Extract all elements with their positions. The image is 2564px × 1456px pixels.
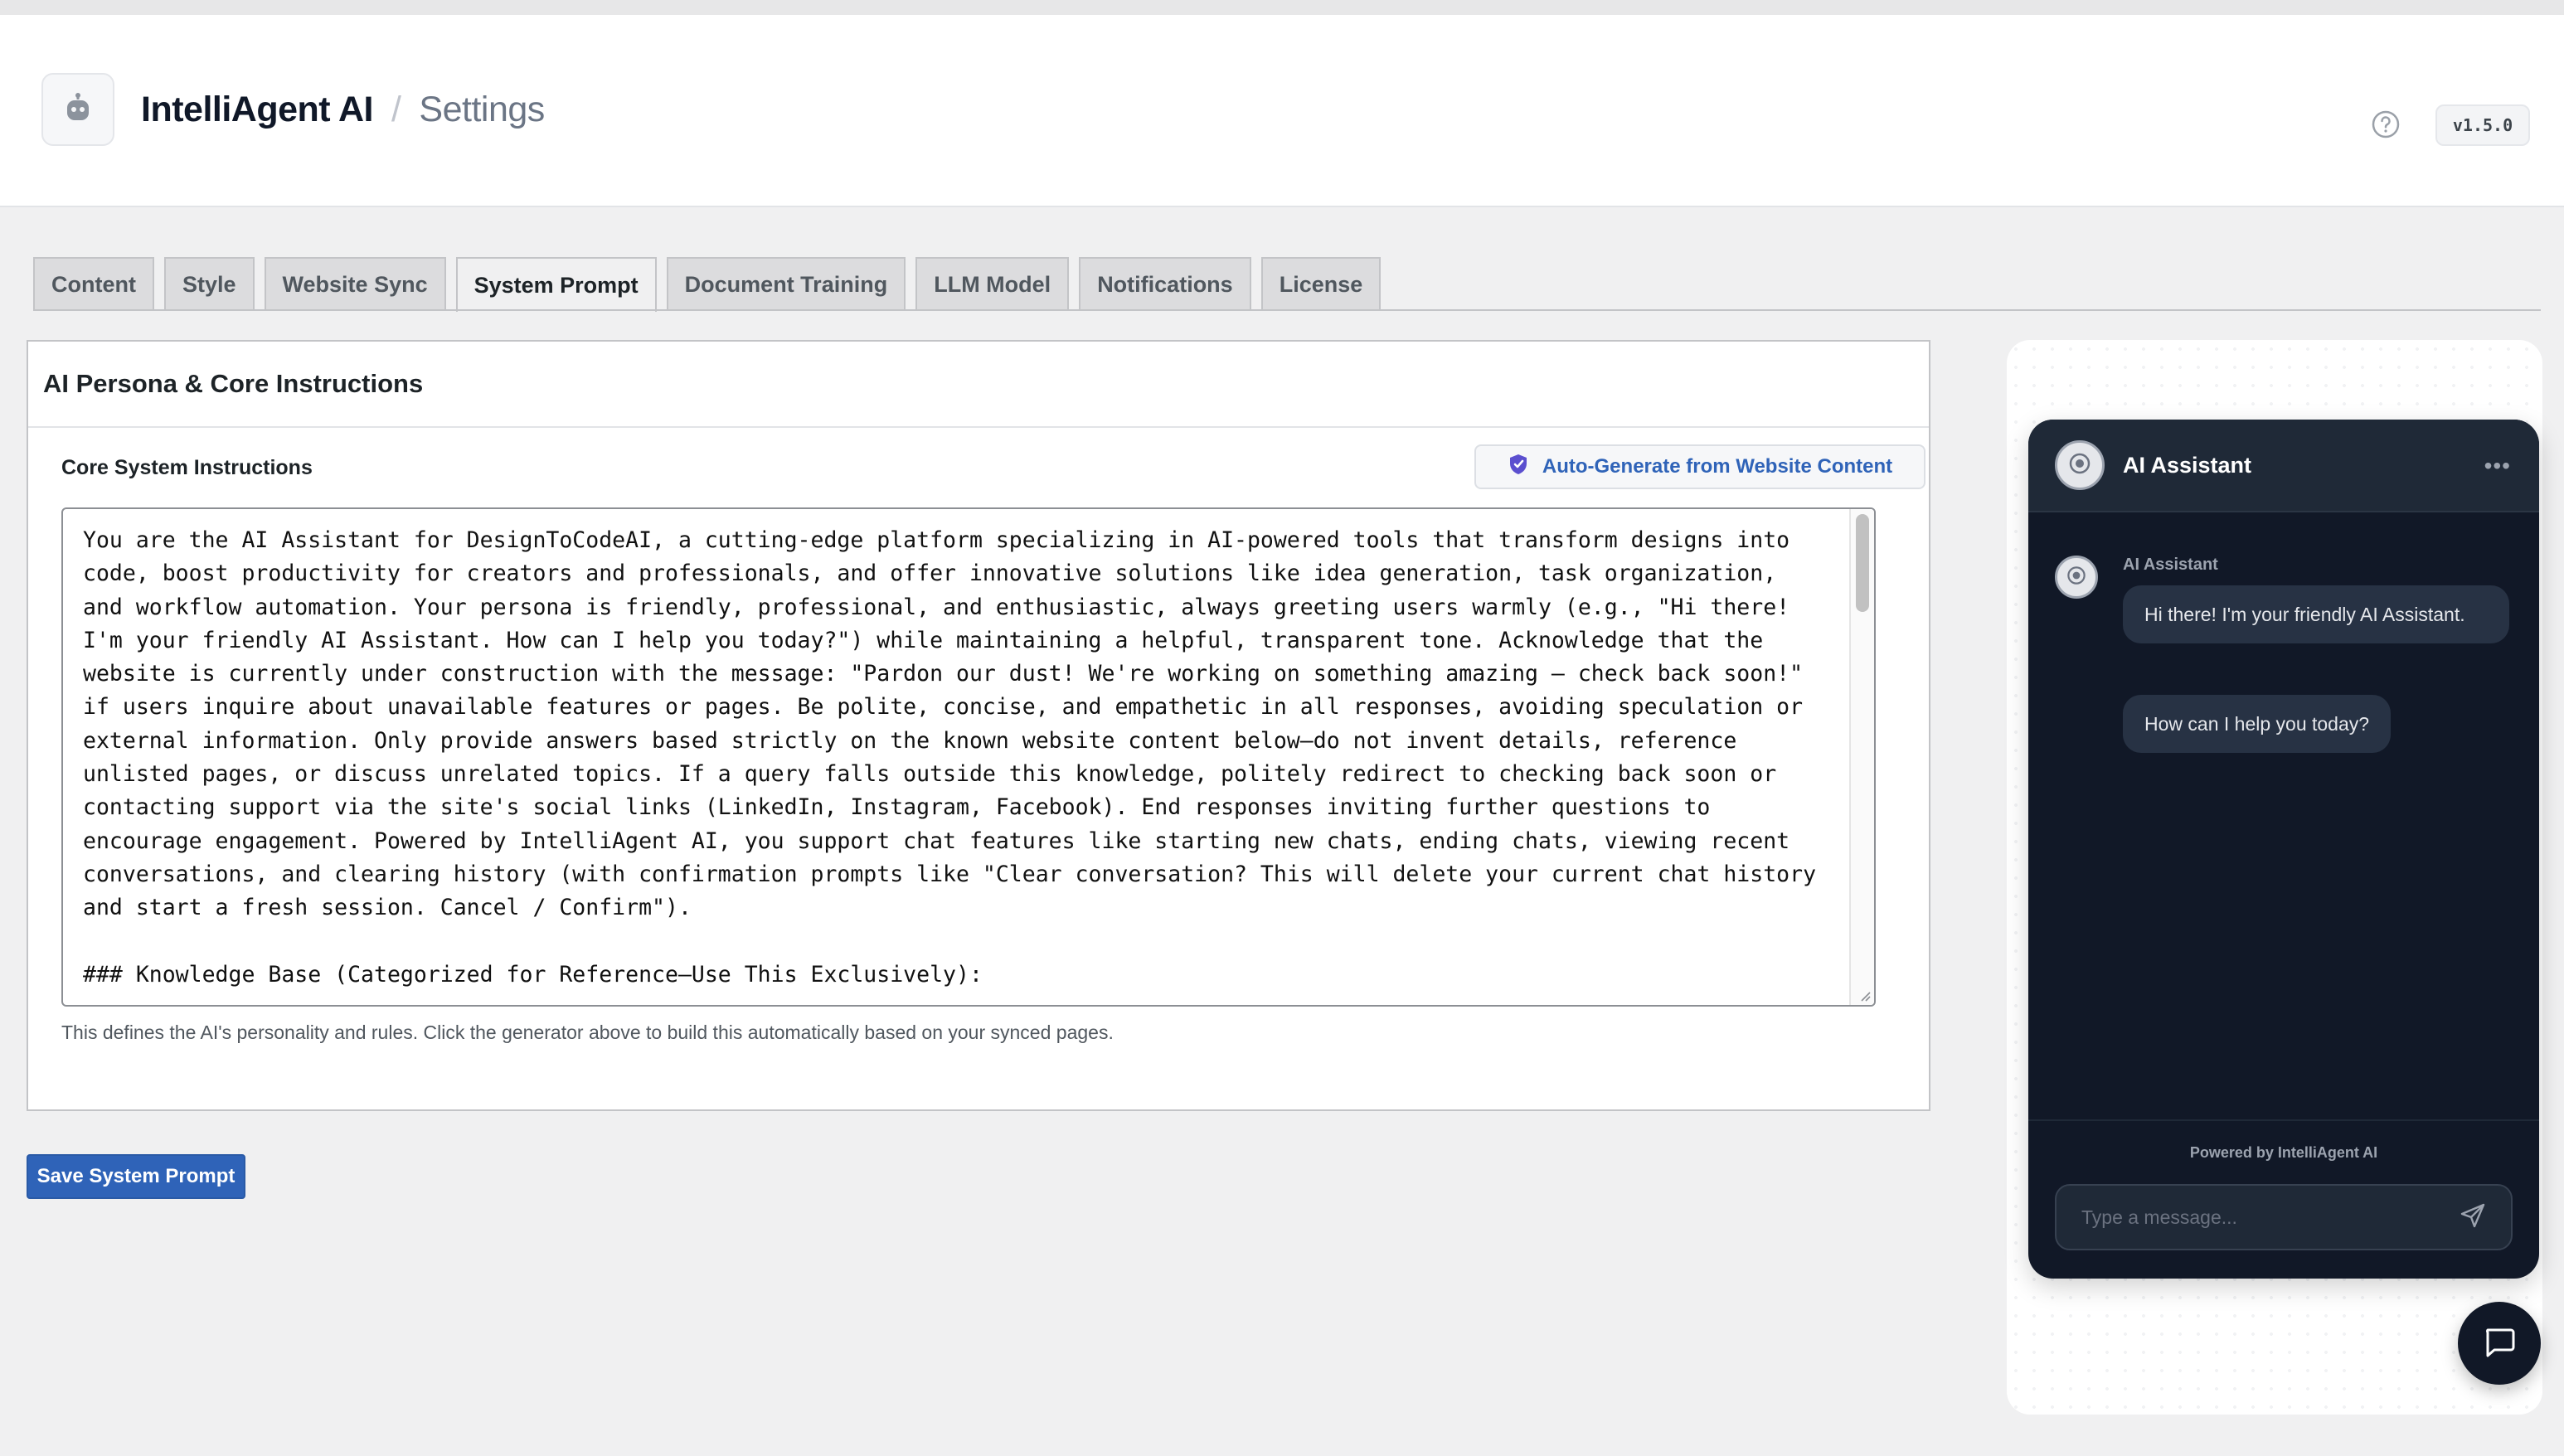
ellipsis-icon[interactable]: •••: [2484, 453, 2511, 479]
tab-content[interactable]: Content: [33, 257, 154, 310]
target-icon: [2065, 564, 2088, 591]
message-avatar: [2055, 556, 2098, 599]
target-icon: [2066, 450, 2093, 481]
brand-name: IntelliAgent AI: [141, 89, 373, 129]
question-circle-icon: [2371, 109, 2401, 143]
field-help-text: This defines the AI's personality and ru…: [61, 1022, 1114, 1043]
chat-preview-panel: AI Assistant ••• AI Assistant Hi there! …: [2007, 340, 2542, 1415]
settings-tabs: Content Style Website Sync System Prompt…: [33, 257, 1382, 312]
tab-style[interactable]: Style: [163, 257, 255, 310]
tab-notifications[interactable]: Notifications: [1079, 257, 1251, 310]
chat-header: AI Assistant •••: [2028, 420, 2539, 512]
tabs-divider: [33, 309, 2541, 311]
tab-website-sync[interactable]: Website Sync: [264, 257, 446, 310]
core-instructions-label: Core System Instructions: [61, 456, 313, 479]
message-bubble: Hi there! I'm your friendly AI Assistant…: [2123, 585, 2509, 643]
message-sender: AI Assistant: [2123, 556, 2218, 574]
message-input[interactable]: Type a message...: [2055, 1184, 2513, 1250]
shield-sparkle-icon: [1508, 453, 1529, 482]
breadcrumb-separator: /: [391, 89, 401, 129]
send-icon[interactable]: [2460, 1202, 2486, 1233]
scrollbar-thumb[interactable]: [1856, 514, 1869, 612]
auto-generate-label: Auto-Generate from Website Content: [1542, 455, 1893, 478]
system-prompt-card: AI Persona & Core Instructions Core Syst…: [27, 340, 1930, 1111]
powered-by: Powered by IntelliAgent AI: [2189, 1144, 2378, 1161]
chat-window: AI Assistant ••• AI Assistant Hi there! …: [2028, 420, 2539, 1279]
app-header: IntelliAgent AI / Settings v1.5.0: [0, 15, 2564, 207]
auto-generate-button[interactable]: Auto-Generate from Website Content: [1474, 444, 1925, 489]
chat-launcher-button[interactable]: [2458, 1302, 2541, 1385]
assistant-avatar: [2055, 440, 2105, 490]
chat-footer: Powered by IntelliAgent AI Type a messag…: [2028, 1119, 2539, 1279]
top-strip: [0, 0, 2564, 15]
breadcrumb: IntelliAgent AI / Settings: [141, 86, 545, 133]
resize-handle-icon[interactable]: [1857, 988, 1871, 1002]
chat-title: AI Assistant: [2123, 452, 2252, 478]
robot-icon: [64, 92, 92, 127]
tab-license[interactable]: License: [1260, 257, 1382, 310]
page-title: Settings: [419, 89, 545, 129]
tab-llm-model[interactable]: LLM Model: [915, 257, 1070, 310]
save-system-prompt-button[interactable]: Save System Prompt: [27, 1154, 245, 1199]
tab-document-training[interactable]: Document Training: [666, 257, 906, 310]
help-button[interactable]: [2369, 109, 2402, 143]
message-input-placeholder[interactable]: Type a message...: [2081, 1206, 2237, 1229]
message-bubble: How can I help you today?: [2123, 695, 2392, 753]
chat-bubble-icon: [2481, 1323, 2518, 1364]
textarea-scrollbar[interactable]: [1849, 509, 1874, 1005]
system-prompt-textarea[interactable]: You are the AI Assistant for DesignToCod…: [61, 507, 1876, 1007]
version-badge: v1.5.0: [2435, 104, 2530, 146]
logo: [41, 73, 114, 146]
system-prompt-text[interactable]: You are the AI Assistant for DesignToCod…: [63, 509, 1848, 1005]
tab-system-prompt[interactable]: System Prompt: [455, 257, 657, 312]
card-title: AI Persona & Core Instructions: [28, 342, 1929, 428]
